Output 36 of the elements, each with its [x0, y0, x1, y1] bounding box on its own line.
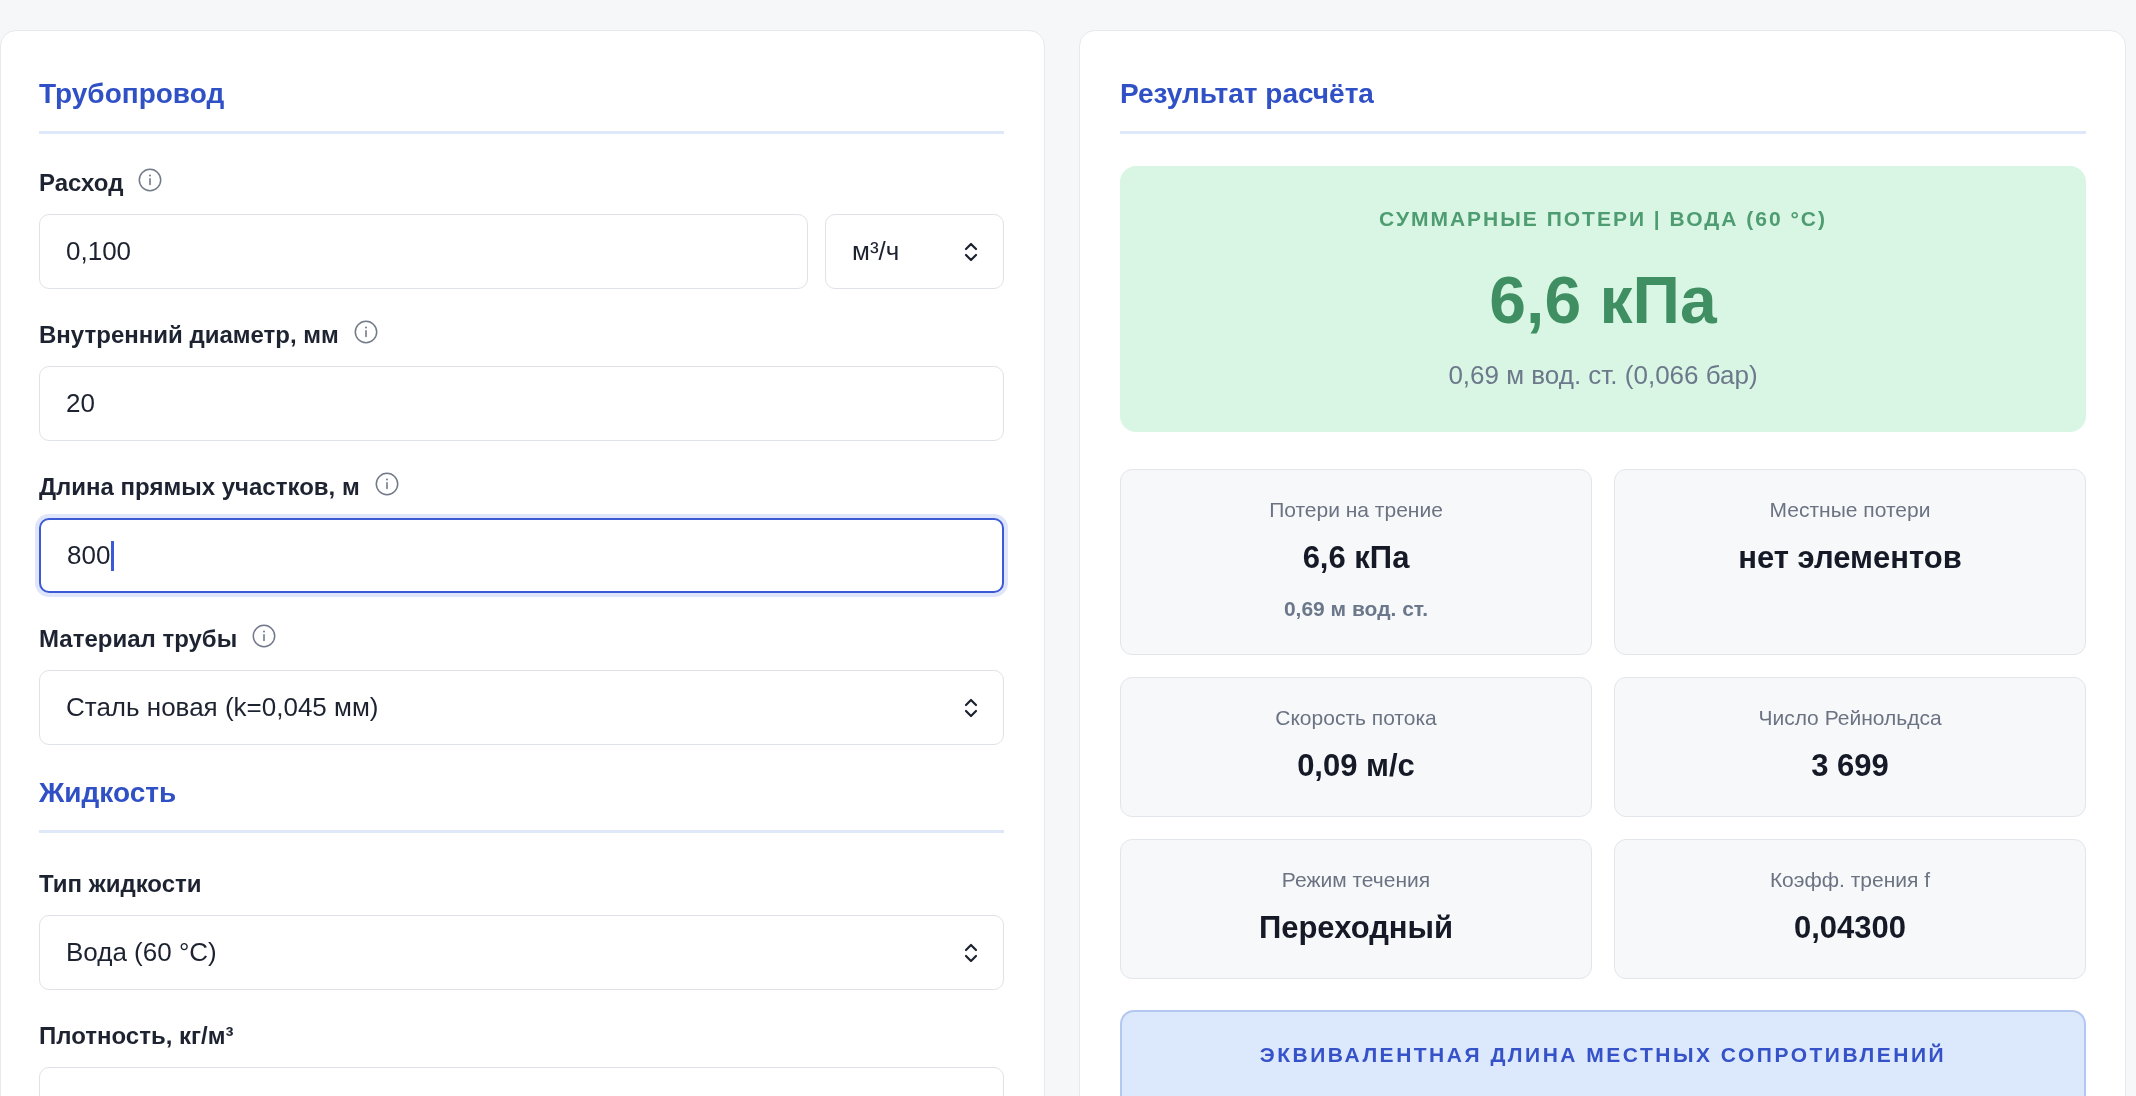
info-icon[interactable]	[252, 624, 277, 648]
summary-detail: 0,69 м вод. ст. (0,066 бар)	[1447, 360, 1759, 391]
field-label: Внутренний диаметр, мм	[39, 320, 339, 349]
stat-label: Число Рейнольдса	[1757, 705, 1943, 731]
stat-value: 3 699	[1810, 747, 1890, 784]
field-label: Плотность, кг/м³	[39, 1021, 234, 1050]
stat-label: Скорость потока	[1274, 705, 1438, 731]
input-field[interactable]: 20	[39, 366, 1004, 441]
stat-label: Потери на трение	[1268, 497, 1444, 523]
summary-value: 6,6 кПа	[1488, 262, 1718, 338]
info-icon[interactable]	[374, 472, 399, 496]
select-dropdown[interactable]: Сталь новая (k=0,045 мм)	[39, 670, 1004, 745]
equivalent-length-caption: ЭКВИВАЛЕНТНАЯ ДЛИНА МЕСТНЫХ СОПРОТИВЛЕНИЙ	[1258, 1042, 1948, 1068]
field-label: Длина прямых участков, м	[39, 472, 360, 501]
section-heading: Жидкость	[39, 776, 178, 810]
stat-value: 0,04300	[1792, 909, 1908, 946]
stat-value: 6,6 кПа	[1301, 539, 1411, 576]
section-heading: Трубопровод	[39, 77, 226, 111]
stat-label: Режим течения	[1280, 867, 1432, 893]
field-label: Материал трубы	[39, 624, 238, 653]
unit-dropdown[interactable]: м³/ч	[825, 214, 1004, 289]
input-field[interactable]: 0,100	[39, 214, 808, 289]
field-label: Расход	[39, 168, 124, 197]
stat-value: Переходный	[1257, 909, 1455, 946]
info-icon[interactable]	[353, 320, 378, 344]
section-heading: Результат расчёта	[1120, 77, 1375, 111]
stat-detail: 0,69 м вод. ст.	[1282, 596, 1430, 622]
field-label: Тип жидкости	[39, 869, 202, 898]
cursor-icon	[111, 540, 115, 571]
stat-value: 0,09 м/с	[1296, 747, 1416, 784]
summary-caption: СУММАРНЫЕ ПОТЕРИ | ВОДА (60 °C)	[1378, 206, 1828, 232]
stat-label: Коэфф. трения f	[1768, 867, 1932, 893]
stat-label: Местные потери	[1768, 497, 1932, 523]
stat-value: нет элементов	[1737, 539, 1963, 576]
select-dropdown[interactable]: Вода (60 °C)	[39, 915, 1004, 990]
info-icon[interactable]	[138, 168, 163, 192]
